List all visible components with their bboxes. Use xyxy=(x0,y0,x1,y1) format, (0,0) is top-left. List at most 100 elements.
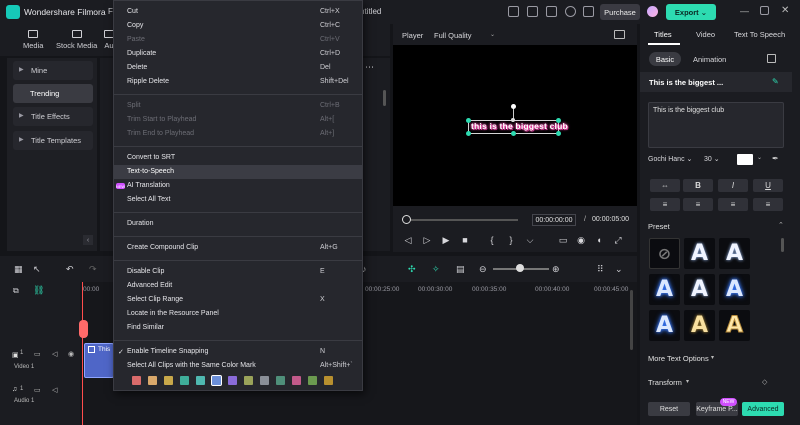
color-mark-swatch[interactable] xyxy=(308,376,317,385)
tab-titles[interactable]: Titles xyxy=(654,30,672,39)
underline-button[interactable]: U xyxy=(753,179,783,192)
resize-handle[interactable] xyxy=(556,131,561,136)
quality-select[interactable]: Full Quality xyxy=(434,31,472,40)
menu-item-find-similar[interactable]: Find Similar xyxy=(127,324,164,331)
text-color-swatch[interactable] xyxy=(737,154,753,165)
tab-media[interactable]: Media xyxy=(23,30,43,50)
color-mark-swatch[interactable] xyxy=(324,376,333,385)
scrub-handle[interactable] xyxy=(402,215,411,224)
color-mark-swatch[interactable] xyxy=(292,376,301,385)
resize-handle[interactable] xyxy=(466,118,471,123)
color-mark-swatch[interactable] xyxy=(276,376,285,385)
mark-in-icon[interactable]: { xyxy=(486,235,498,245)
volume-icon[interactable]: ◖ xyxy=(593,235,605,245)
redo-icon[interactable]: ↷ xyxy=(89,264,97,275)
menu-item-enable-snapping[interactable]: Enable Timeline Snapping xyxy=(127,348,208,355)
color-mark-swatch[interactable] xyxy=(196,376,205,385)
preset-item[interactable]: A xyxy=(719,274,750,305)
play-reverse-icon[interactable]: ▷ xyxy=(421,235,433,246)
export-button[interactable]: Export ⌄ xyxy=(666,4,716,20)
mute-icon[interactable]: ◁ xyxy=(52,350,57,358)
eyedropper-icon[interactable]: ✒ xyxy=(772,154,779,163)
spacing-button[interactable]: ⇔ xyxy=(650,179,680,192)
nav-item-title-templates[interactable]: ▶ Title Templates xyxy=(13,131,93,150)
tab-stock-media[interactable]: Stock Media xyxy=(56,30,97,50)
current-time[interactable]: 00:00:00:00 xyxy=(532,214,576,226)
color-mark-swatch[interactable] xyxy=(180,376,189,385)
display-icon[interactable]: ▭ xyxy=(557,235,569,246)
tab-text-to-speech[interactable]: Text To Speech xyxy=(734,30,785,39)
menu-item-select-same-color[interactable]: Select All Clips with the Same Color Mar… xyxy=(127,362,256,369)
align-left-button[interactable]: ≡ xyxy=(650,198,680,211)
scrub-track[interactable] xyxy=(406,219,518,221)
play-icon[interactable]: ▶ xyxy=(440,235,452,246)
preset-item[interactable]: A xyxy=(719,238,750,269)
link-icon[interactable]: ⛓ xyxy=(33,285,44,296)
playhead-marker[interactable] xyxy=(79,320,88,338)
chevron-down-icon[interactable]: ▾ xyxy=(686,378,689,385)
stop-icon[interactable]: ■ xyxy=(459,235,471,245)
gift-icon[interactable] xyxy=(583,6,594,17)
color-mark-swatch[interactable] xyxy=(260,376,269,385)
folder-icon[interactable]: ▭ xyxy=(34,386,41,394)
menu-item-text-to-speech[interactable]: Text-to-Speech xyxy=(127,168,174,175)
menu-item-duration[interactable]: Duration xyxy=(127,220,153,227)
cloud-icon[interactable] xyxy=(546,6,557,17)
resize-handle[interactable] xyxy=(556,118,561,123)
italic-button[interactable]: I xyxy=(718,179,748,192)
magnet-icon[interactable]: ✧ xyxy=(432,264,440,275)
reset-button[interactable]: Reset xyxy=(648,402,690,416)
preset-none[interactable]: ⊘ xyxy=(649,238,680,269)
color-mark-swatch[interactable] xyxy=(164,376,173,385)
rotate-handle[interactable] xyxy=(511,104,516,109)
grid-view-icon[interactable]: ⠿ xyxy=(597,264,604,275)
menu-item-delete[interactable]: Delete xyxy=(127,64,147,71)
color-mark-swatch[interactable] xyxy=(244,376,253,385)
headset-icon[interactable] xyxy=(565,6,576,17)
folder-icon[interactable]: ▭ xyxy=(34,350,41,358)
zoom-slider-handle[interactable] xyxy=(516,264,524,272)
chevron-up-icon[interactable]: ⌃ xyxy=(778,221,784,229)
font-select[interactable]: Gochi Hanc ⌄ xyxy=(648,154,698,166)
zoom-out-icon[interactable]: ⊖ xyxy=(479,264,487,275)
preset-item[interactable]: A xyxy=(719,310,750,341)
preset-item[interactable]: A xyxy=(649,274,680,305)
nav-item-mine[interactable]: ▶ Mine xyxy=(13,61,93,80)
auto-ripple-icon[interactable]: ✣ xyxy=(408,264,416,275)
more-icon[interactable]: ⌵ xyxy=(524,235,536,246)
menu-item-locate-resource[interactable]: Locate in the Resource Panel xyxy=(127,310,219,317)
purchase-button[interactable]: Purchase xyxy=(600,4,640,20)
eye-icon[interactable]: ◉ xyxy=(68,350,74,358)
marker-icon[interactable]: ▤ xyxy=(456,264,465,275)
color-mark-swatch[interactable] xyxy=(211,375,222,386)
media-scrollbar[interactable] xyxy=(383,90,386,106)
chevron-down-icon[interactable]: ⌄ xyxy=(615,264,623,275)
preset-item[interactable]: A xyxy=(684,274,715,305)
preset-item[interactable]: A xyxy=(684,238,715,269)
preset-item[interactable]: A xyxy=(684,310,715,341)
subtab-basic[interactable]: Basic xyxy=(649,52,681,66)
avatar[interactable] xyxy=(647,6,658,17)
menu-item-create-compound-clip[interactable]: Create Compound Clip xyxy=(127,244,198,251)
subtab-animation[interactable]: Animation xyxy=(693,55,726,64)
preset-scrollbar[interactable] xyxy=(781,238,784,252)
advanced-button[interactable]: Advanced xyxy=(742,402,784,416)
transform-section[interactable]: Transform xyxy=(648,378,682,387)
nav-item-trending[interactable]: Trending xyxy=(13,84,93,103)
close-icon[interactable]: ✕ xyxy=(781,5,789,16)
maximize-icon[interactable] xyxy=(760,6,769,15)
menu-item-advanced-edit[interactable]: Advanced Edit xyxy=(127,282,172,289)
chevron-down-icon[interactable]: ⌄ xyxy=(490,31,495,38)
color-mark-swatch[interactable] xyxy=(132,376,141,385)
menu-item-select-clip-range[interactable]: Select Clip Range xyxy=(127,296,183,303)
title-text-input[interactable]: This is the biggest club xyxy=(648,102,784,148)
tab-video[interactable]: Video xyxy=(696,30,715,39)
playhead[interactable] xyxy=(82,282,83,425)
more-options-icon[interactable]: ⋯ xyxy=(365,62,374,73)
menu-item-disable-clip[interactable]: Disable Clip xyxy=(127,268,164,275)
ai-edit-icon[interactable]: ✎ xyxy=(772,77,779,86)
align-right-button[interactable]: ≡ xyxy=(718,198,748,211)
select-tool-icon[interactable]: ↖ xyxy=(33,264,41,275)
resize-handle[interactable] xyxy=(511,118,515,122)
snapshot-icon[interactable]: ◉ xyxy=(575,235,587,246)
